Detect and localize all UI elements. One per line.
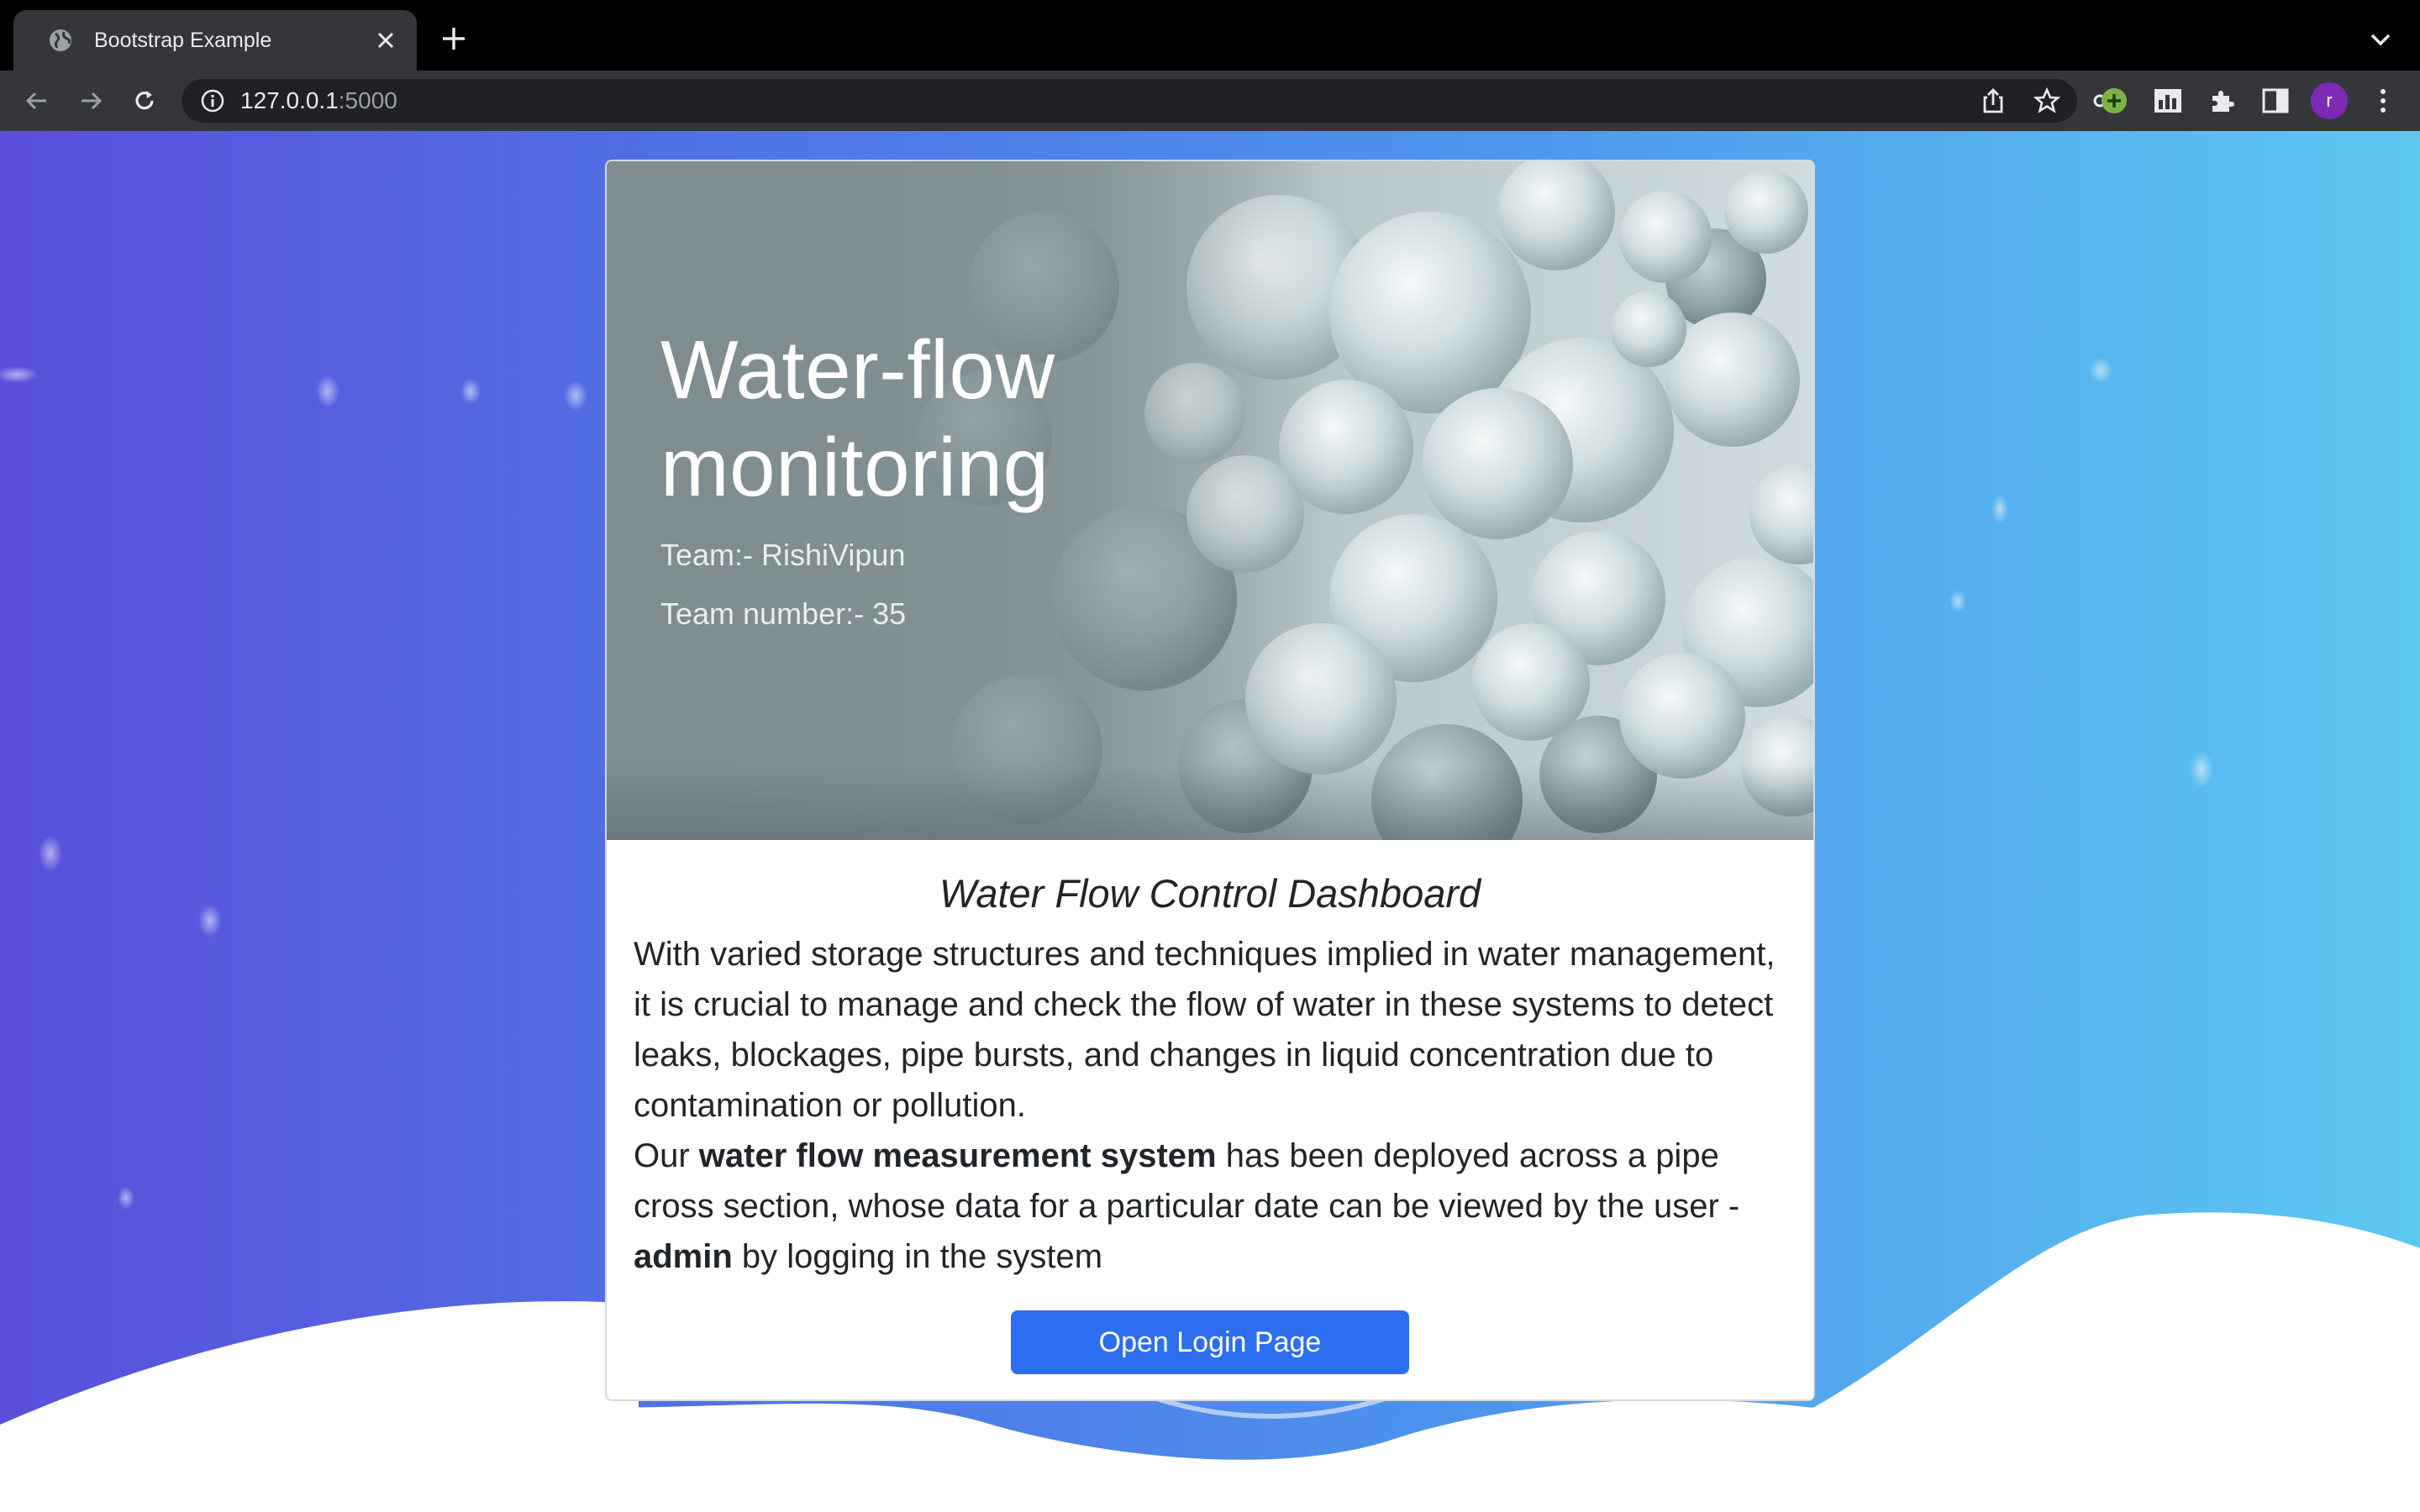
para2-text-3: by logging in the system bbox=[732, 1238, 1103, 1275]
para2-bold-admin: admin bbox=[634, 1238, 733, 1275]
url-host: 127.0.0.1 bbox=[240, 87, 339, 113]
team-number: Team number:- 35 bbox=[660, 596, 907, 631]
description-paragraph-1: With varied storage structures and techn… bbox=[634, 936, 1776, 1124]
forward-icon[interactable] bbox=[74, 84, 108, 118]
chevron-down-icon[interactable] bbox=[2368, 30, 2393, 49]
address-bar[interactable]: 127.0.0.1 :5000 bbox=[182, 79, 2121, 123]
hero-banner: Water-flow monitoring Team:- RishiVipun … bbox=[607, 161, 1813, 840]
side-panel-icon[interactable] bbox=[2259, 84, 2292, 118]
dashboard-card: Water-flow monitoring Team:- RishiVipun … bbox=[605, 160, 1815, 1401]
page-title: Water-flow monitoring bbox=[660, 323, 1055, 513]
url-port: :5000 bbox=[338, 87, 397, 113]
info-icon[interactable] bbox=[200, 88, 225, 113]
team-name: Team:- RishiVipun bbox=[660, 538, 906, 572]
close-icon[interactable] bbox=[373, 28, 398, 53]
para2-text-1: Our bbox=[634, 1137, 699, 1174]
description-paragraph-2: Our water flow measurement system has be… bbox=[634, 1131, 1786, 1282]
browser-tab[interactable]: Bootstrap Example bbox=[13, 10, 417, 71]
hero-shade bbox=[607, 764, 1813, 840]
dashboard-heading: Water Flow Control Dashboard bbox=[939, 871, 1481, 916]
card-body: Water Flow Control Dashboard With varied… bbox=[607, 869, 1813, 1374]
extension-plus-icon[interactable] bbox=[2097, 84, 2131, 118]
tab-title: Bootstrap Example bbox=[94, 28, 272, 52]
globe-icon bbox=[50, 29, 71, 51]
star-icon[interactable] bbox=[2030, 84, 2064, 118]
avatar[interactable]: r bbox=[2311, 82, 2348, 119]
para2-bold-system: water flow measurement system bbox=[698, 1137, 1217, 1174]
reload-icon[interactable] bbox=[128, 84, 161, 118]
back-icon[interactable] bbox=[20, 84, 54, 118]
share-icon[interactable] bbox=[1976, 84, 2010, 118]
chart-extension-icon[interactable] bbox=[2151, 84, 2185, 118]
plus-icon[interactable] bbox=[439, 24, 469, 54]
puzzle-icon[interactable] bbox=[2205, 84, 2238, 118]
browser-toolbar: 127.0.0.1 :5000 bbox=[0, 71, 2420, 131]
tab-strip: Bootstrap Example bbox=[0, 0, 2420, 71]
page-viewport: Water-flow monitoring Team:- RishiVipun … bbox=[0, 131, 2420, 1512]
open-login-button[interactable]: Open Login Page bbox=[1011, 1310, 1409, 1374]
more-vert-icon[interactable] bbox=[2366, 84, 2400, 118]
